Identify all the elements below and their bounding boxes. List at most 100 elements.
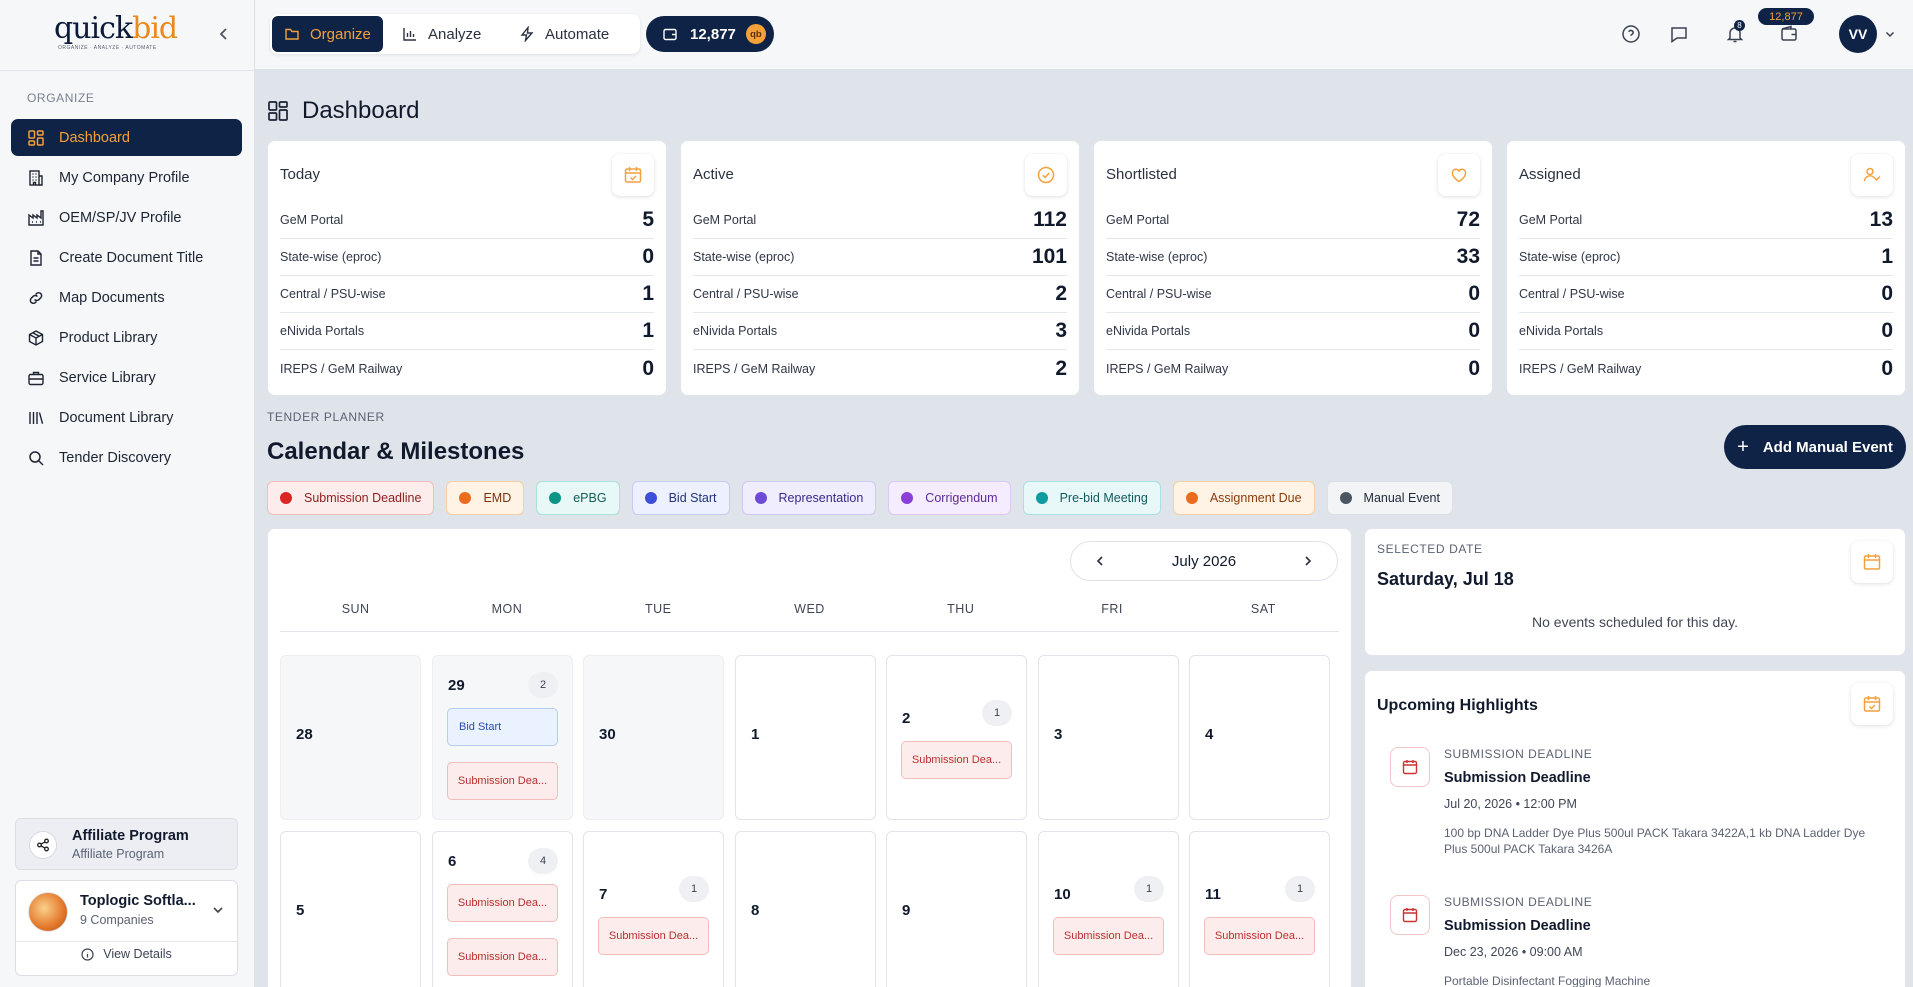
stat-card-title: Shortlisted [1106,166,1177,183]
calendar-day[interactable]: 30 [583,655,724,820]
avatar[interactable]: VV [1839,15,1877,53]
chevron-down-icon[interactable] [1884,28,1896,40]
company-name[interactable]: Toplogic Softla... [80,893,196,909]
legend-chip[interactable]: Corrigendum [888,481,1011,515]
calendar-day[interactable]: 11 1 Submission Dea... [1189,831,1330,987]
calendar-day[interactable]: 1 [735,655,876,820]
affiliate-program-card[interactable]: Affiliate Program Affiliate Program [15,818,238,870]
selected-date-value: Saturday, Jul 18 [1377,569,1514,589]
stat-row[interactable]: Central / PSU-wise 2 [693,276,1067,313]
stat-row[interactable]: Central / PSU-wise 0 [1519,276,1893,313]
stat-row[interactable]: GeM Portal 112 [693,202,1067,239]
add-manual-event-button[interactable]: + Add Manual Event [1724,425,1906,469]
sidebar-item-document-library[interactable]: Document Library [11,399,242,436]
stat-label: Central / PSU-wise [280,287,386,301]
legend-chip[interactable]: EMD [446,481,525,515]
chevron-down-icon[interactable] [211,903,225,917]
tab-analyze[interactable]: Analyze [390,16,493,52]
stat-row[interactable]: Central / PSU-wise 1 [280,276,654,313]
plus-icon: + [1737,435,1749,458]
stat-label: Central / PSU-wise [1519,287,1625,301]
calendar-event[interactable]: Submission Dea... [447,762,558,800]
calendar-event[interactable]: Submission Dea... [1053,917,1164,955]
credits-button[interactable]: 12,877 qb [646,16,774,52]
legend-chip[interactable]: Bid Start [631,481,730,515]
stat-card-title: Today [280,166,321,183]
sidebar-item-company-profile[interactable]: My Company Profile [11,159,242,196]
sidebar-item-service-library[interactable]: Service Library [11,359,242,396]
legend-chip[interactable]: Pre-bid Meeting [1022,481,1161,515]
stat-row[interactable]: IREPS / GeM Railway 0 [1106,350,1480,387]
tab-organize[interactable]: Organize [272,16,383,52]
factory-icon [27,209,59,227]
stat-row[interactable]: GeM Portal 72 [1106,202,1480,239]
stat-row[interactable]: eNivida Portals 0 [1106,313,1480,350]
wallet-balance-icon[interactable] [1779,24,1799,44]
view-details-button[interactable]: View Details [16,947,237,961]
quickbid-logo[interactable]: quickbid ORGANIZE · ANALYZE · AUTOMATE [54,14,178,54]
check-circle-icon[interactable] [1025,154,1067,196]
stat-row[interactable]: IREPS / GeM Railway 0 [280,350,654,387]
calendar-icon[interactable] [1851,541,1893,583]
qb-coin-badge: qb [745,24,766,44]
stat-card-assigned: Assigned GeM Portal 13 State-wise (eproc)… [1506,140,1906,396]
calendar-check-icon[interactable] [612,154,654,196]
stat-row[interactable]: State-wise (eproc) 101 [693,239,1067,276]
stat-row[interactable]: IREPS / GeM Railway 2 [693,350,1067,387]
mode-switcher: Organize Analyze Automate [270,14,640,54]
stat-row[interactable]: IREPS / GeM Railway 0 [1519,350,1893,387]
sidebar-item-tender-discovery[interactable]: Tender Discovery [11,439,242,476]
chevron-left-icon[interactable] [1093,554,1107,568]
calendar-event[interactable]: Submission Dea... [901,741,1012,779]
legend-chip[interactable]: ePBG [536,481,620,515]
stat-row[interactable]: State-wise (eproc) 33 [1106,239,1480,276]
sidebar-item-oem-profile[interactable]: OEM/SP/JV Profile [11,199,242,236]
collapse-sidebar-icon[interactable] [214,24,234,44]
stat-row[interactable]: eNivida Portals 3 [693,313,1067,350]
stat-row[interactable]: eNivida Portals 0 [1519,313,1893,350]
calendar-event[interactable]: Submission Dea... [1204,917,1315,955]
calendar-day[interactable]: 3 [1038,655,1179,820]
legend-chip[interactable]: Submission Deadline [267,481,435,515]
calendar-day[interactable]: 4 [1189,655,1330,820]
building-icon [27,169,59,187]
legend-dot [1339,492,1352,504]
calendar-day[interactable]: 2 1 Submission Dea... [886,655,1027,820]
stat-row[interactable]: Central / PSU-wise 0 [1106,276,1480,313]
chevron-right-icon[interactable] [1301,554,1315,568]
calendar-day[interactable]: 6 4 Submission Dea... Submission Dea... [432,831,573,987]
day-number: 9 [902,902,911,919]
calendar-event[interactable]: Bid Start [447,708,558,746]
calendar-day[interactable]: 9 [886,831,1027,987]
heart-icon[interactable] [1438,154,1480,196]
calendar-day[interactable]: 7 1 Submission Dea... [583,831,724,987]
tab-automate[interactable]: Automate [507,16,621,52]
legend-chip[interactable]: Manual Event [1326,481,1453,515]
calendar-event[interactable]: Submission Dea... [447,938,558,976]
stat-row[interactable]: State-wise (eproc) 0 [280,239,654,276]
sidebar-item-create-document-title[interactable]: Create Document Title [11,239,242,276]
weekday-label: FRI [1101,602,1123,616]
calendar-day[interactable]: 10 1 Submission Dea... [1038,831,1179,987]
sidebar-item-product-library[interactable]: Product Library [11,319,242,356]
chat-icon[interactable] [1669,24,1689,44]
sidebar-item-dashboard[interactable]: Dashboard [11,119,242,156]
calendar-day[interactable]: 8 [735,831,876,987]
calendar-day[interactable]: 29 2 Bid Start Submission Dea... [432,655,573,820]
calendar-check-icon[interactable] [1851,683,1893,725]
legend-chip[interactable]: Representation [741,481,877,515]
calendar-event[interactable]: Submission Dea... [598,917,709,955]
stat-row[interactable]: State-wise (eproc) 1 [1519,239,1893,276]
stat-row[interactable]: GeM Portal 5 [280,202,654,239]
document-icon [27,249,59,267]
stat-row[interactable]: eNivida Portals 1 [280,313,654,350]
user-check-icon[interactable] [1851,154,1893,196]
stat-row[interactable]: GeM Portal 13 [1519,202,1893,239]
page-header: Dashboard [267,97,419,125]
calendar-day[interactable]: 28 [280,655,421,820]
help-icon[interactable] [1621,24,1641,44]
calendar-day[interactable]: 5 [280,831,421,987]
sidebar-item-map-documents[interactable]: Map Documents [11,279,242,316]
legend-chip[interactable]: Assignment Due [1172,481,1315,515]
calendar-event[interactable]: Submission Dea... [447,884,558,922]
